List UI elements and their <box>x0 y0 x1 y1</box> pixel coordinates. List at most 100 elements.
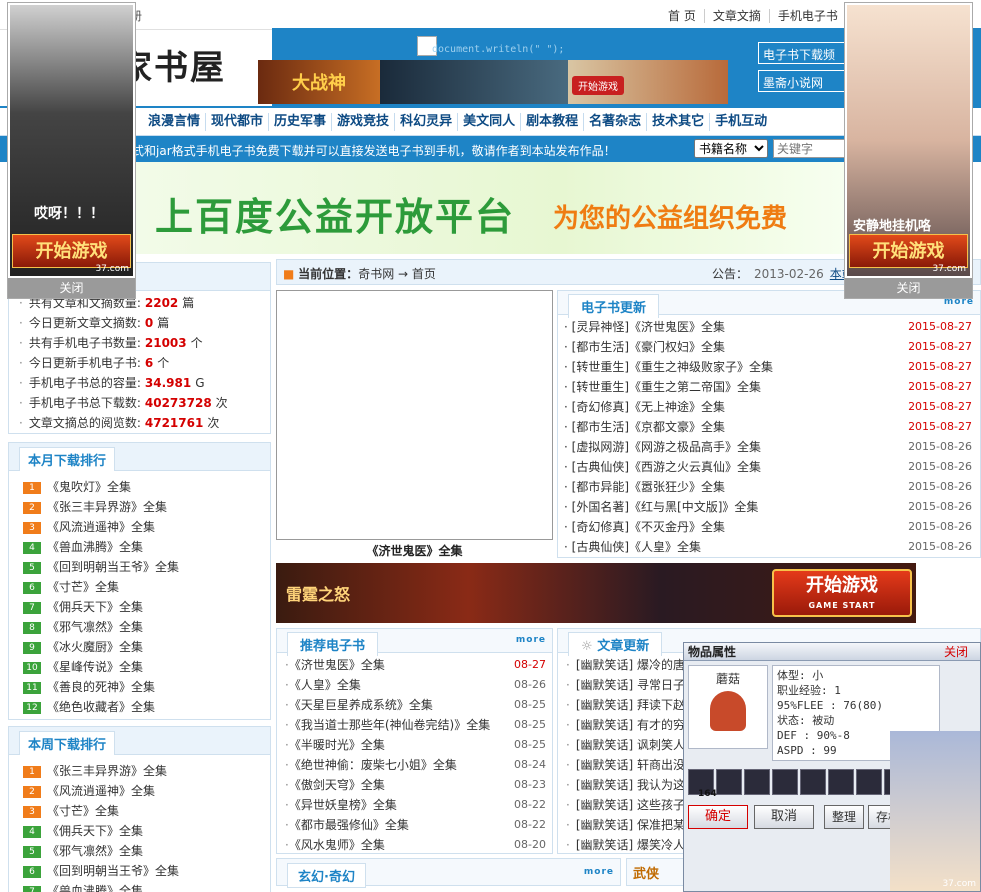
articles-title[interactable]: ☼ 文章更新 <box>568 632 663 656</box>
ebook-category[interactable]: [都市生活] <box>572 340 629 354</box>
ebook-update-row[interactable]: · [外国名著]《红与黑[中文版]》全集 2015-08-26 <box>558 497 980 517</box>
recommend-row[interactable]: · 《都市最强修仙》全集 08-22 <box>277 815 552 835</box>
ebook-title[interactable]: 《网游之极品高手》全集 <box>629 440 761 454</box>
inventory-slot[interactable] <box>828 769 854 795</box>
game-ad-start-button[interactable]: 开始游戏 GAME START <box>772 569 912 617</box>
ranking-item-title[interactable]: 《佣兵天下》全集 <box>47 600 143 614</box>
ebook-category[interactable]: [奇幻修真] <box>572 400 629 414</box>
article-title[interactable]: [幽默笑话] 轩商出没 <box>576 758 685 772</box>
ranking-item[interactable]: 11 《善良的死神》全集 <box>9 677 270 697</box>
ranking-item-title[interactable]: 《善良的死神》全集 <box>47 680 155 694</box>
nav-tech[interactable]: 技术其它 <box>647 113 711 131</box>
search-input[interactable] <box>773 139 849 158</box>
ebook-update-row[interactable]: · [转世重生]《重生之神级败家子》全集 2015-08-27 <box>558 357 980 377</box>
ebook-update-row[interactable]: · [都市生活]《京都文豪》全集 2015-08-27 <box>558 417 980 437</box>
recommend-title[interactable]: 推荐电子书 <box>287 632 379 656</box>
nav-scripts[interactable]: 剧本教程 <box>521 113 585 131</box>
ranking-item[interactable]: 6 《寸芒》全集 <box>9 577 270 597</box>
article-title[interactable]: [幽默笑话] 这些孩子 <box>576 798 685 812</box>
ad-start-game-button[interactable]: 开始游戏 <box>12 234 131 268</box>
recommend-title[interactable]: 《人皇》全集 <box>295 678 361 692</box>
ebook-update-row[interactable]: · [都市异能]《嚣张狂少》全集 2015-08-26 <box>558 477 980 497</box>
ebook-update-row[interactable]: · [古典仙侠]《人皇》全集 2015-08-26 <box>558 537 980 557</box>
inventory-slot[interactable] <box>800 769 826 795</box>
nav-classics[interactable]: 名著杂志 <box>584 113 648 131</box>
ebook-download-button[interactable]: 电子书下载频 <box>758 42 854 64</box>
sort-button[interactable]: 整理 <box>824 805 864 829</box>
ebook-title[interactable]: 《济世鬼医》全集 <box>629 320 725 334</box>
ranking-item[interactable]: 10 《星峰传说》全集 <box>9 657 270 677</box>
ebook-title[interactable]: 《京都文豪》全集 <box>629 420 725 434</box>
ebook-title[interactable]: 《重生之神级败家子》全集 <box>629 360 773 374</box>
ebook-update-row[interactable]: · [古典仙侠]《西游之火云真仙》全集 2015-08-26 <box>558 457 980 477</box>
floating-ad-right[interactable]: 安静地挂机咯 开始游戏 37.com 关闭 <box>844 2 973 299</box>
ranking-item[interactable]: 2 《张三丰异界游》全集 <box>9 497 270 517</box>
ranking-item-title[interactable]: 《寸芒》全集 <box>47 580 119 594</box>
ebook-update-row[interactable]: · [都市生活]《豪门权妇》全集 2015-08-27 <box>558 337 980 357</box>
ranking-item-title[interactable]: 《兽血沸腾》全集 <box>47 540 143 554</box>
ebook-title[interactable]: 《无上神途》全集 <box>629 400 725 414</box>
recommend-title[interactable]: 《天星巨星养成系统》全集 <box>295 698 433 712</box>
ebook-update-row[interactable]: · [虚拟网游]《网游之极品高手》全集 2015-08-26 <box>558 437 980 457</box>
header-ad[interactable]: 大战神 开始游戏 <box>258 60 728 104</box>
ranking-item-title[interactable]: 《绝色收藏者》全集 <box>47 700 155 714</box>
recommend-row[interactable]: · 《我当道士那些年(神仙卷完结)》全集 08-25 <box>277 715 552 735</box>
recommend-row[interactable]: · 《天星巨星养成系统》全集 08-25 <box>277 695 552 715</box>
ebook-title[interactable]: 《人皇》全集 <box>629 540 701 554</box>
nav-urban[interactable]: 现代都市 <box>206 113 270 131</box>
game-item-popup[interactable]: 物品属性 关闭 蘑菇 体型: 小 职业经验: 1 95%FLEE : 76(80)… <box>683 642 981 892</box>
ranking-item[interactable]: 8 《邪气凛然》全集 <box>9 617 270 637</box>
ranking-item[interactable]: 4 《兽血沸腾》全集 <box>9 537 270 557</box>
ebook-update-row[interactable]: · [奇幻修真]《无上神途》全集 2015-08-27 <box>558 397 980 417</box>
inventory-slot[interactable] <box>744 769 770 795</box>
ebook-title[interactable]: 《不灭金丹》全集 <box>629 520 725 534</box>
breadcrumb-site[interactable]: 奇书网 <box>358 267 394 281</box>
ranking-item-title[interactable]: 《星峰传说》全集 <box>47 660 143 674</box>
recommend-title[interactable]: 《异世妖皇榜》全集 <box>295 798 397 812</box>
ranking-item-title[interactable]: 《邪气凛然》全集 <box>47 620 143 634</box>
ranking-item[interactable]: 12 《绝色收藏者》全集 <box>9 697 270 717</box>
recommend-title[interactable]: 《济世鬼医》全集 <box>295 658 385 672</box>
ebook-category[interactable]: [都市异能] <box>572 480 629 494</box>
wuxia-title[interactable]: 武侠 <box>633 863 659 882</box>
featured-cover-caption[interactable]: 《济世鬼医》全集 <box>276 542 553 559</box>
recommend-title[interactable]: 《都市最强修仙》全集 <box>295 818 409 832</box>
ranking-item[interactable]: 6 《回到明朝当王爷》全集 <box>9 861 270 881</box>
ranking-item[interactable]: 3 《风流逍遥神》全集 <box>9 517 270 537</box>
nav-gaming[interactable]: 游戏竞技 <box>332 113 396 131</box>
cancel-button[interactable]: 取消 <box>754 805 814 829</box>
article-title[interactable]: [幽默笑话] 保准把某 <box>576 818 685 832</box>
mobile-ebooks-link[interactable]: 手机电子书 <box>768 9 846 23</box>
ebook-category[interactable]: [外国名著] <box>572 500 629 514</box>
article-title[interactable]: [幽默笑话] 爆冷的唐 <box>576 658 685 672</box>
ranking-item-title[interactable]: 《佣兵天下》全集 <box>47 824 143 838</box>
ebook-title[interactable]: 《西游之火云真仙》全集 <box>629 460 761 474</box>
nav-scifi[interactable]: 科幻灵异 <box>395 113 459 131</box>
ad-start-button[interactable]: 开始游戏 <box>572 76 624 95</box>
article-title[interactable]: [幽默笑话] 寻常日子 <box>576 678 685 692</box>
article-title[interactable]: [幽默笑话] 我认为这 <box>576 778 685 792</box>
recommend-row[interactable]: · 《异世妖皇榜》全集 08-22 <box>277 795 552 815</box>
game-ad-banner[interactable]: 雷霆之怒 开始游戏 GAME START <box>276 563 916 623</box>
ebook-category[interactable]: [转世重生] <box>572 360 629 374</box>
weekly-ranking-title[interactable]: 本周下载排行 <box>19 731 116 755</box>
ranking-item-title[interactable]: 《风流逍遥神》全集 <box>47 520 155 534</box>
floating-ad-left[interactable]: 哎呀！！！ 开始游戏 37.com 关闭 <box>7 2 136 299</box>
article-title[interactable]: [幽默笑话] 拜读下赵 <box>576 698 685 712</box>
inventory-slot[interactable] <box>716 769 742 795</box>
ebook-title[interactable]: 《重生之第二帝国》全集 <box>629 380 761 394</box>
ranking-item-title[interactable]: 《张三丰异界游》全集 <box>47 500 167 514</box>
ranking-item-title[interactable]: 《鬼吹灯》全集 <box>47 480 131 494</box>
ranking-item-title[interactable]: 《兽血沸腾》全集 <box>47 884 143 892</box>
ranking-item[interactable]: 4 《佣兵天下》全集 <box>9 821 270 841</box>
ranking-item[interactable]: 3 《寸芒》全集 <box>9 801 270 821</box>
nav-fanfic[interactable]: 美文同人 <box>458 113 522 131</box>
featured-cover-image[interactable] <box>276 290 553 540</box>
ranking-item[interactable]: 7 《佣兵天下》全集 <box>9 597 270 617</box>
article-title[interactable]: [幽默笑话] 讽刺笑人 <box>576 738 685 752</box>
search-type-select[interactable]: 书籍名称 <box>694 139 768 158</box>
ad-start-game-button[interactable]: 开始游戏 <box>849 234 968 268</box>
ebook-title[interactable]: 《红与黑[中文版]》全集 <box>629 500 758 514</box>
ebook-title[interactable]: 《豪门权妇》全集 <box>629 340 725 354</box>
nav-romance[interactable]: 浪漫言情 <box>143 113 207 131</box>
